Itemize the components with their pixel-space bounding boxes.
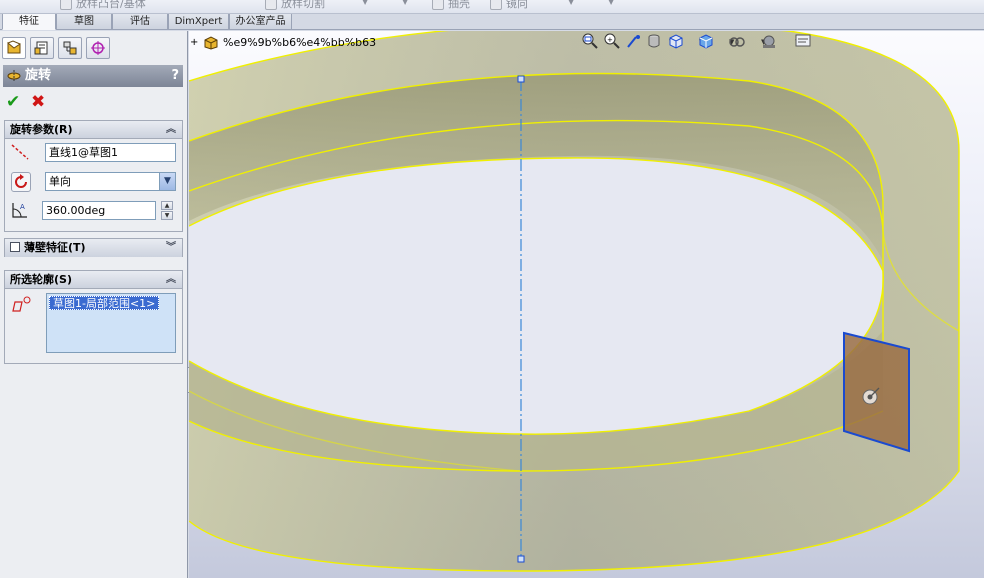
thin-feature-checkbox[interactable] [10, 242, 20, 252]
command-manager-tabs: 特征 草图 评估 DimXpert 办公室产品 [0, 14, 984, 30]
revolve-parameters-header[interactable]: 旋转参数(R) ︽ [5, 121, 182, 139]
tab-configuration-manager[interactable] [58, 37, 82, 59]
thin-feature-header[interactable]: 薄壁特征(T) ︾ [5, 239, 182, 257]
zoom-area-icon: + [604, 33, 620, 49]
loft-icon [60, 0, 72, 10]
crosshair-target-icon [91, 41, 105, 55]
configuration-icon [63, 41, 77, 55]
display-style-button[interactable]: ▼ [698, 33, 713, 51]
angle-icon: A [10, 200, 30, 220]
angle-input[interactable]: 360.00deg [42, 201, 156, 220]
rotate-arrow-icon [15, 174, 27, 188]
sketch-contour-icon [11, 295, 31, 315]
shell-icon [432, 0, 444, 10]
expand-chevron-icon[interactable]: ︾ [166, 239, 176, 257]
tab-property-manager[interactable] [30, 37, 54, 59]
tab-dimxpert-manager[interactable] [86, 37, 110, 59]
feature-toolbar: 放样凸台/基体 放样切割 ▼ ▼ 抽壳 镜向 ▼ ▼ [0, 0, 984, 14]
mirror-icon [490, 0, 502, 10]
property-manager-panel: 旋转 ? ✔ ✖ 旋转参数(R) ︽ 直线1@草图1 单向 ▼ A 360.00… [0, 31, 188, 578]
tab-feature-manager[interactable] [2, 37, 26, 59]
hide-show-icon [729, 37, 745, 47]
svg-text:A: A [20, 203, 25, 211]
revolve-type-select[interactable]: 单向 ▼ [45, 172, 176, 191]
cancel-button[interactable]: ✖ [31, 93, 49, 111]
display-style-icon [699, 34, 713, 49]
chevron-down-icon[interactable]: ▼ [362, 0, 368, 6]
selected-contours-list[interactable]: 草图1-局部范围<1> [46, 293, 176, 353]
revolve-feature-icon [7, 70, 21, 82]
hide-show-items-button[interactable]: ▼ [728, 33, 745, 51]
axis-line-icon [10, 142, 30, 162]
tab-sketch[interactable]: 草图 [56, 14, 112, 30]
property-manager-icon [34, 41, 48, 55]
angle-spin-down[interactable]: ▼ [161, 211, 173, 220]
tab-office-products[interactable]: 办公室产品 [229, 14, 292, 30]
chevron-down-icon[interactable]: ▼ [608, 0, 614, 6]
edit-appearance-button[interactable]: ▼ [760, 33, 775, 51]
axis-of-revolution-field[interactable]: 直线1@草图1 [45, 143, 176, 162]
chevron-down-icon[interactable]: ▼ [568, 0, 574, 6]
tab-features[interactable]: 特征 [2, 14, 56, 30]
revolve-parameters-group: 旋转参数(R) ︽ 直线1@草图1 单向 ▼ A 360.00deg ▲ ▼ [4, 120, 183, 232]
property-manager-title-bar: 旋转 ? [3, 65, 183, 87]
selected-contours-header[interactable]: 所选轮廓(S) ︽ [5, 271, 182, 289]
tab-dimxpert[interactable]: DimXpert [168, 14, 229, 30]
loft-cut-icon [265, 0, 277, 10]
selected-contours-group: 所选轮廓(S) ︽ 草图1-局部范围<1> [4, 270, 183, 364]
revolve-preview-model [189, 31, 960, 572]
close-icon: ✖ [31, 92, 46, 112]
shell-button[interactable]: 抽壳 [432, 0, 470, 11]
previous-view-icon [627, 35, 640, 48]
mirror-button[interactable]: 镜向 [490, 0, 528, 11]
svg-text:+: + [607, 36, 613, 44]
list-item[interactable]: 草图1-局部范围<1> [49, 296, 160, 310]
expand-icon[interactable]: + [190, 35, 198, 51]
reverse-direction-button[interactable] [11, 172, 31, 192]
help-button[interactable]: ? [171, 65, 179, 87]
feature-tree-icon [7, 40, 21, 54]
lofted-cut-button[interactable]: 放样切割 [265, 0, 325, 11]
angle-spin-up[interactable]: ▲ [161, 201, 173, 210]
view-settings-button[interactable]: ▼ [794, 33, 811, 51]
collapse-chevron-icon[interactable]: ︽ [166, 271, 176, 289]
edit-appearance-icon [763, 35, 775, 48]
section-profile[interactable] [843, 331, 910, 453]
view-orientation-button[interactable]: ▼ [668, 33, 683, 51]
lofted-boss-button[interactable]: 放样凸台/基体 [60, 0, 146, 11]
checkmark-icon: ✔ [6, 92, 21, 112]
graphics-viewport[interactable]: + %e9%9b%b6%e4%bb%b63 + ▼ ▼ ▼ ▼ ▼ [189, 31, 984, 578]
part-icon [204, 36, 218, 50]
tab-evaluate[interactable]: 评估 [112, 14, 168, 30]
section-view-icon [648, 34, 660, 48]
axis-endpoint-bottom[interactable] [517, 555, 525, 563]
zoom-to-fit-icon [582, 33, 598, 49]
thin-feature-group: 薄壁特征(T) ︾ [4, 238, 183, 257]
ok-button[interactable]: ✔ [6, 93, 24, 111]
view-orientation-icon [669, 34, 683, 49]
page-title: 旋转 [25, 68, 52, 83]
collapse-chevron-icon[interactable]: ︽ [166, 121, 176, 139]
chevron-down-icon[interactable]: ▼ [402, 0, 408, 6]
axis-endpoint-top[interactable] [517, 75, 525, 83]
ring-center-hole [189, 157, 884, 435]
chevron-down-icon[interactable]: ▼ [159, 173, 175, 190]
view-settings-icon [795, 34, 811, 47]
